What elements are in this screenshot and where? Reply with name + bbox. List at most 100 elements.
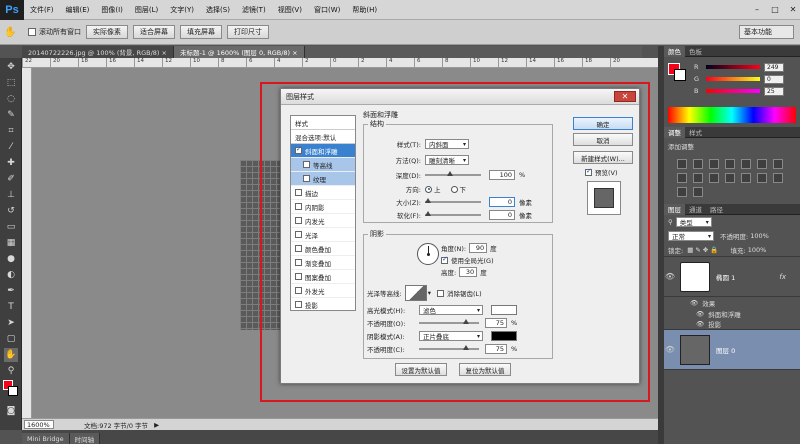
fill-value[interactable]: 100% <box>748 246 767 254</box>
angle-value[interactable]: 90 <box>469 243 488 253</box>
highlight-opacity-value[interactable]: 75 <box>485 318 507 328</box>
tab-layers[interactable]: 图层 <box>664 203 685 215</box>
depth-slider[interactable] <box>425 171 481 176</box>
style-item[interactable]: ✓ 斜面和浮雕 <box>291 144 355 158</box>
size-slider[interactable] <box>425 198 481 203</box>
style-checkbox[interactable] <box>295 287 302 294</box>
posterize-icon[interactable] <box>757 173 767 183</box>
menu-item-1[interactable]: 编辑(E) <box>60 5 96 15</box>
crop-tool-icon[interactable]: ⌗ <box>4 124 18 138</box>
timeline-tab[interactable]: 时间轴 <box>69 433 101 444</box>
style-checkbox[interactable] <box>295 189 302 196</box>
maximize-button[interactable]: □ <box>768 4 782 16</box>
shadow-mode-select[interactable]: 正片叠底 <box>419 331 483 341</box>
pen-tool-icon[interactable]: ✒ <box>4 284 18 298</box>
menu-item-9[interactable]: 帮助(H) <box>346 5 383 15</box>
make-default-button[interactable]: 设置为默认值 <box>395 363 447 376</box>
styles-header[interactable]: 样式 <box>291 116 355 130</box>
mini-bridge-tab[interactable]: Mini Bridge <box>22 433 70 444</box>
style-item[interactable]: 渐变叠加 <box>291 256 355 270</box>
style-item[interactable]: 图案叠加 <box>291 270 355 284</box>
levels-icon[interactable] <box>693 159 703 169</box>
eye-icon[interactable]: 👁 <box>664 272 676 281</box>
eye-icon[interactable]: 👁 <box>664 345 676 354</box>
scroll-all-checkbox[interactable] <box>28 28 36 36</box>
dodge-tool-icon[interactable]: ◐ <box>4 268 18 282</box>
color-spectrum[interactable] <box>668 107 796 123</box>
style-item[interactable]: 等高线 <box>291 158 355 172</box>
chevron-down-icon[interactable]: ▾ <box>428 289 431 297</box>
move-tool-icon[interactable]: ✥ <box>4 60 18 74</box>
path-select-icon[interactable]: ➤ <box>4 316 18 330</box>
fx-icon[interactable]: fx <box>779 273 786 281</box>
photo-filter-icon[interactable] <box>693 173 703 183</box>
style-item[interactable]: 描边 <box>291 186 355 200</box>
opacity-value[interactable]: 100% <box>750 232 769 240</box>
style-item[interactable]: 光泽 <box>291 228 355 242</box>
menu-item-8[interactable]: 窗口(W) <box>308 5 346 15</box>
doc-tab-jpg[interactable]: 20140722226.jpg @ 100% (背景, RGB/8) × <box>22 46 174 58</box>
actual-pixels-button[interactable]: 实际像素 <box>86 25 128 39</box>
shape-tool-icon[interactable]: ▢ <box>4 332 18 346</box>
blend-mode-select[interactable]: 正常 <box>668 231 714 241</box>
status-arrow-icon[interactable]: ▶ <box>154 421 159 429</box>
history-brush-icon[interactable]: ↺ <box>4 204 18 218</box>
color-swatches[interactable] <box>3 380 18 402</box>
depth-value[interactable]: 100 <box>489 170 515 180</box>
style-checkbox[interactable] <box>295 301 302 308</box>
style-item[interactable]: 投影 <box>291 298 355 312</box>
style-item[interactable]: 颜色叠加 <box>291 242 355 256</box>
vibrance-icon[interactable] <box>741 159 751 169</box>
style-checkbox[interactable] <box>295 259 302 266</box>
color-lookup-icon[interactable] <box>725 173 735 183</box>
brightness-icon[interactable] <box>677 159 687 169</box>
highlight-opacity-slider[interactable] <box>419 319 479 324</box>
menu-item-7[interactable]: 视图(V) <box>272 5 308 15</box>
effect-bevel-row[interactable]: 👁 斜面和浮雕 <box>664 308 800 319</box>
lasso-tool-icon[interactable]: ◌ <box>4 92 18 106</box>
selective-color-icon[interactable] <box>693 187 703 197</box>
direction-up-radio[interactable] <box>425 185 432 193</box>
soften-value[interactable]: 0 <box>489 210 515 220</box>
blue-slider[interactable] <box>706 89 760 93</box>
gloss-contour-picker[interactable] <box>404 285 427 301</box>
style-checkbox[interactable] <box>295 231 302 238</box>
black-white-icon[interactable] <box>677 173 687 183</box>
blue-value[interactable]: 25 <box>764 86 784 96</box>
altitude-value[interactable]: 30 <box>459 267 478 277</box>
style-checkbox[interactable]: ✓ <box>295 145 302 154</box>
zoom-level[interactable]: 1600% <box>24 420 54 429</box>
channel-mixer-icon[interactable] <box>709 173 719 183</box>
color-balance-icon[interactable] <box>773 159 783 169</box>
menu-item-2[interactable]: 图像(I) <box>95 5 129 15</box>
style-checkbox[interactable] <box>295 245 302 252</box>
tab-paths[interactable]: 路径 <box>706 204 727 215</box>
menu-item-4[interactable]: 文字(Y) <box>164 5 200 15</box>
tab-channels[interactable]: 通道 <box>685 204 706 215</box>
eye-icon[interactable]: 👁 <box>690 299 698 307</box>
red-slider[interactable] <box>706 65 760 69</box>
gradient-tool-icon[interactable]: ▦ <box>4 236 18 250</box>
highlight-mode-select[interactable]: 滤色 <box>419 305 483 315</box>
fill-screen-button[interactable]: 填充屏幕 <box>180 25 222 39</box>
fit-screen-button[interactable]: 适合屏幕 <box>133 25 175 39</box>
eraser-tool-icon[interactable]: ▭ <box>4 220 18 234</box>
quick-mask-icon[interactable]: ◙ <box>4 404 18 418</box>
lock-icon[interactable]: ▦ ✎ ✥ 🔒 <box>687 246 718 254</box>
invert-icon[interactable] <box>741 173 751 183</box>
quick-select-tool-icon[interactable]: ✎ <box>4 108 18 122</box>
tab-swatches[interactable]: 色板 <box>685 46 706 57</box>
style-item[interactable]: 内发光 <box>291 214 355 228</box>
hue-saturation-icon[interactable] <box>757 159 767 169</box>
angle-dial[interactable] <box>417 243 439 265</box>
print-size-button[interactable]: 打印尺寸 <box>227 25 269 39</box>
layer-kind-select[interactable]: 类型 <box>675 217 712 227</box>
style-checkbox[interactable] <box>303 161 310 168</box>
menu-item-3[interactable]: 图层(L) <box>129 5 164 15</box>
close-icon[interactable]: ✕ <box>614 91 636 102</box>
anti-alias-checkbox[interactable] <box>436 289 444 297</box>
healing-tool-icon[interactable]: ✚ <box>4 156 18 170</box>
blend-options-item[interactable]: 混合选项:默认 <box>291 130 355 144</box>
style-checkbox[interactable] <box>295 273 302 280</box>
tab-styles[interactable]: 样式 <box>685 127 706 138</box>
